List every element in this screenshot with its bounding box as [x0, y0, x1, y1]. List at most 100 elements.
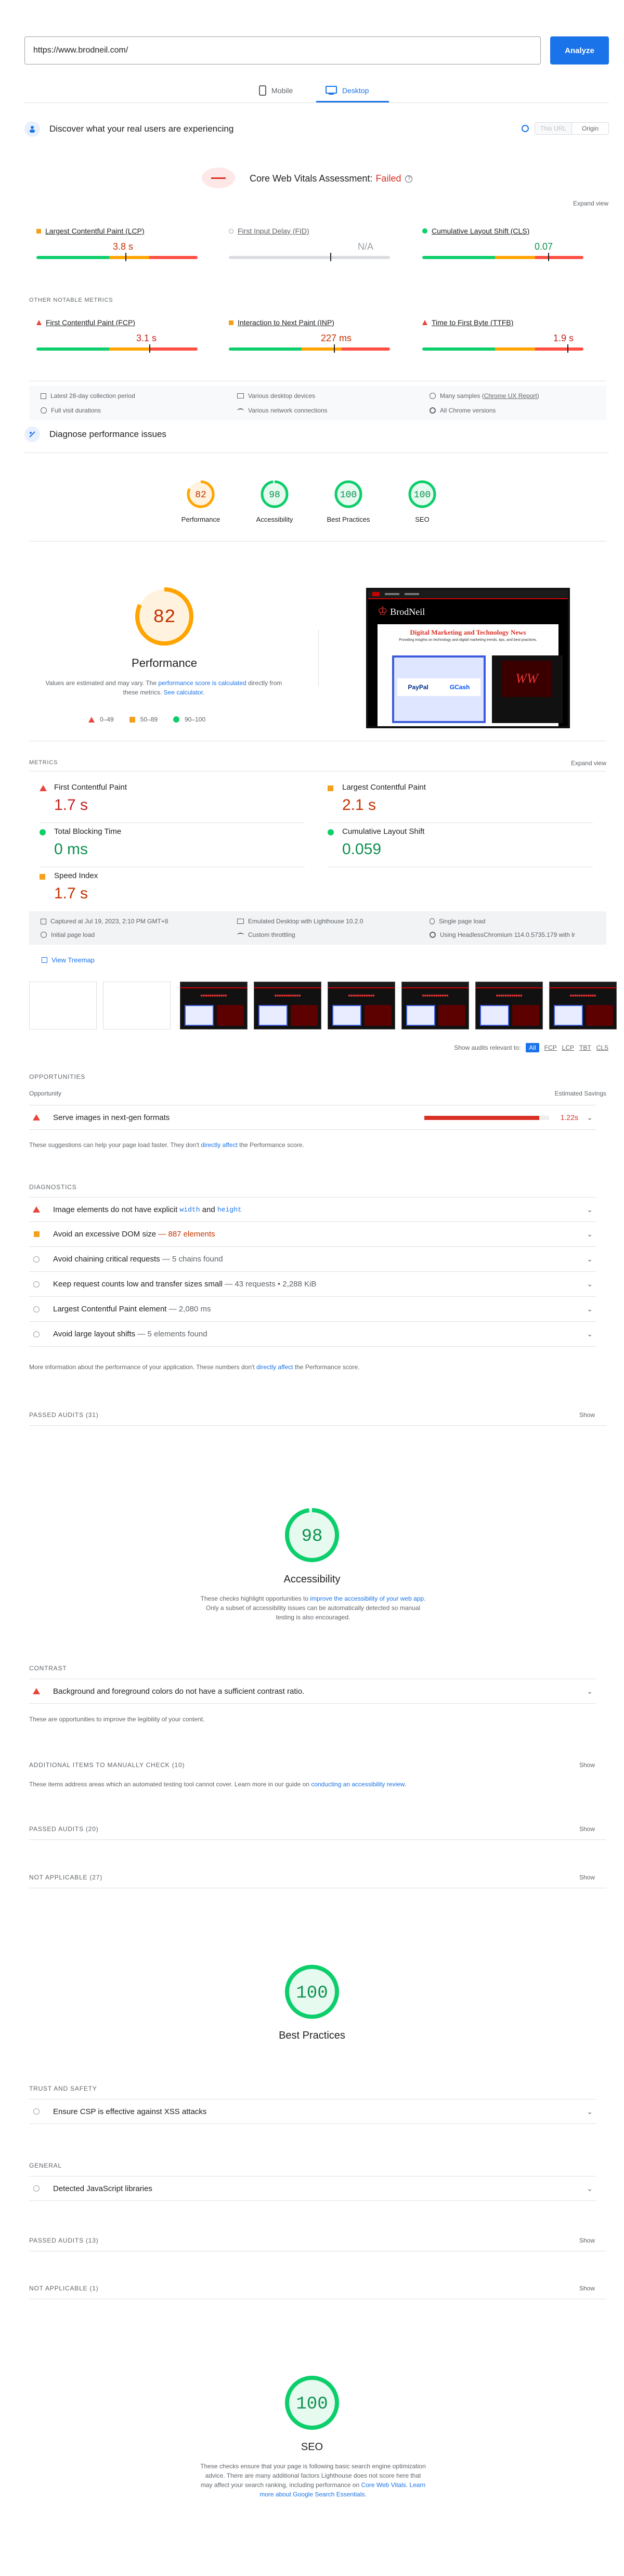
diagnostic-row[interactable]: Largest Contentful Paint element — 2,080…: [29, 1297, 596, 1322]
info-icon[interactable]: [522, 125, 529, 132]
chevron-down-icon[interactable]: ⌄: [587, 1280, 593, 1289]
show-passed-accessibility[interactable]: Show: [579, 1825, 595, 1833]
manual-checks-heading[interactable]: ADDITIONAL ITEMS TO MANUALLY CHECK (10): [29, 1761, 185, 1769]
chevron-down-icon[interactable]: ⌄: [587, 1687, 593, 1696]
score-gauge-best-practices[interactable]: 100 Best Practices: [312, 479, 385, 523]
field-info-samples-text: Many samples: [440, 392, 480, 400]
chevron-down-icon[interactable]: ⌄: [587, 1255, 593, 1264]
chevron-down-icon[interactable]: ⌄: [587, 1113, 593, 1122]
manual-checks-note-text: These items address areas which an autom…: [29, 1781, 311, 1788]
diagnostic-row[interactable]: Avoid large layout shifts — 5 elements f…: [29, 1322, 596, 1347]
diagnostic-row[interactable]: Avoid an excessive DOM size — 887 elemen…: [29, 1222, 596, 1247]
diagnose-header: Diagnose performance issues: [24, 424, 166, 445]
timer-icon: [41, 407, 47, 414]
diagnostic-row[interactable]: Keep request counts low and transfer siz…: [29, 1272, 596, 1297]
chevron-down-icon[interactable]: ⌄: [587, 2107, 593, 2116]
neutral-icon: [229, 228, 233, 234]
show-passed-best-practices[interactable]: Show: [579, 2237, 595, 2244]
chevron-down-icon[interactable]: ⌄: [587, 1330, 593, 1338]
accessibility-title: Accessibility: [283, 1574, 341, 1585]
opportunities-note-text-2: the Performance score.: [237, 1141, 304, 1149]
filter-fcp[interactable]: FCP: [544, 1044, 557, 1051]
metric-marker: [149, 344, 150, 353]
score-gauge-seo[interactable]: 100 SEO: [386, 479, 459, 523]
tab-desktop[interactable]: Desktop: [326, 85, 369, 96]
not-applicable-accessibility[interactable]: NOT APPLICABLE (27): [29, 1874, 102, 1881]
analyze-button[interactable]: Analyze: [550, 36, 609, 65]
directly-affect-link[interactable]: directly affect: [201, 1141, 237, 1149]
accessibility-review-link[interactable]: conducting an accessibility review: [311, 1781, 404, 1788]
toggle-this-url[interactable]: This URL: [535, 123, 571, 134]
diagnostic-detail: — 2,080 ms: [166, 1305, 211, 1313]
metrics-heading: METRICS: [29, 759, 58, 766]
chevron-down-icon[interactable]: ⌄: [587, 1305, 593, 1313]
other-metrics-heading: OTHER NOTABLE METRICS: [29, 297, 113, 303]
metric-value: 3.8 s: [113, 241, 134, 252]
metric-marker: [567, 344, 568, 353]
filter-lcp[interactable]: LCP: [562, 1044, 574, 1051]
improve-accessibility-link[interactable]: improve the accessibility of your web ap…: [310, 1595, 424, 1602]
url-input[interactable]: https://www.brodneil.com/: [24, 36, 541, 65]
chrome-ux-report-link[interactable]: Chrome UX Report: [484, 392, 537, 400]
toggle-origin[interactable]: Origin: [571, 123, 608, 134]
core-web-vitals-link[interactable]: Core Web Vitals: [361, 2481, 406, 2489]
average-icon: [328, 785, 333, 791]
audit-csp-xss[interactable]: Ensure CSP is effective against XSS atta…: [29, 2099, 596, 2124]
chrome-icon: [430, 932, 436, 938]
url-origin-toggle[interactable]: This URL Origin: [535, 122, 609, 135]
opportunity-next-gen-images[interactable]: Serve images in next-gen formats 1.22s ⌄: [29, 1105, 596, 1130]
score-gauge-performance[interactable]: 82 Performance: [164, 479, 237, 523]
passed-audits-performance[interactable]: PASSED AUDITS (31): [29, 1411, 99, 1419]
code-width: width: [179, 1205, 200, 1214]
chevron-down-icon[interactable]: ⌄: [587, 1205, 593, 1214]
score-gauge-accessibility[interactable]: 98 Accessibility: [238, 479, 311, 523]
cwv-status: Failed: [375, 173, 401, 184]
filter-cls[interactable]: CLS: [596, 1044, 608, 1051]
passed-audits-accessibility[interactable]: PASSED AUDITS (20): [29, 1825, 99, 1833]
show-passed-performance[interactable]: Show: [579, 1411, 595, 1419]
not-applicable-best-practices[interactable]: NOT APPLICABLE (1): [29, 2285, 99, 2292]
opportunities-note: These suggestions can help your page loa…: [29, 1141, 304, 1149]
metrics-expand-view[interactable]: Expand view: [571, 759, 606, 767]
audit-js-libraries[interactable]: Detected JavaScript libraries ⌄: [29, 2176, 596, 2201]
chevron-down-icon[interactable]: ⌄: [587, 1230, 593, 1239]
diagnostic-row[interactable]: Image elements do not have explicit widt…: [29, 1197, 596, 1222]
accessibility-score-text: 98: [302, 1527, 323, 1547]
lab-info-browser: Using HeadlessChromium 114.0.5735.179 wi…: [440, 931, 575, 938]
audit-contrast[interactable]: Background and foreground colors do not …: [29, 1679, 596, 1704]
cwv-expand-view[interactable]: Expand view: [573, 200, 608, 207]
fail-icon: [33, 1688, 40, 1694]
metric-name-link[interactable]: First Input Delay (FID): [238, 227, 309, 235]
show-na-accessibility[interactable]: Show: [579, 1874, 595, 1881]
passed-audits-best-practices[interactable]: PASSED AUDITS (13): [29, 2237, 99, 2244]
metric-name-link[interactable]: First Contentful Paint (FCP): [46, 318, 135, 327]
metric-name-link[interactable]: Time to First Byte (TTFB): [432, 318, 513, 327]
tab-mobile[interactable]: Mobile: [259, 85, 293, 96]
fail-icon: [40, 785, 47, 791]
best-practices-title: Best Practices: [279, 2030, 345, 2041]
filmstrip-frame: ■■■■■■■■■■■■: [401, 982, 469, 1029]
score-gauge-ring: 82: [187, 480, 215, 508]
filter-tbt[interactable]: TBT: [579, 1044, 591, 1051]
metric-name-link[interactable]: Cumulative Layout Shift (CLS): [432, 227, 529, 235]
diagnostic-row[interactable]: Avoid chaining critical requests — 5 cha…: [29, 1247, 596, 1272]
lab-metric-value: 2.1 s: [342, 796, 376, 814]
timer-icon: [41, 932, 47, 938]
directly-affect-link[interactable]: directly affect: [256, 1363, 293, 1371]
lab-metric-name: Largest Contentful Paint: [342, 783, 426, 792]
calculator-link[interactable]: See calculator.: [164, 689, 205, 696]
audit-filter: Show audits relevant to: All FCP LCP TBT…: [454, 1043, 608, 1052]
lab-metric-value: 0.059: [342, 841, 382, 858]
view-treemap-button[interactable]: View Treemap: [42, 956, 95, 964]
diagnostic-detail: — 5 elements found: [135, 1330, 207, 1338]
trust-safety-heading: TRUST AND SAFETY: [29, 2085, 97, 2092]
help-icon[interactable]: ?: [405, 175, 413, 183]
metric-name-link[interactable]: Largest Contentful Paint (LCP): [45, 227, 145, 235]
performance-score-link[interactable]: performance score is calculated: [158, 679, 246, 687]
opportunity-column-label: Opportunity: [29, 1090, 62, 1097]
show-na-best-practices[interactable]: Show: [579, 2285, 595, 2292]
metric-name-link[interactable]: Interaction to Next Paint (INP): [238, 318, 334, 327]
show-manual-checks[interactable]: Show: [579, 1761, 595, 1769]
filter-all[interactable]: All: [526, 1043, 539, 1052]
chevron-down-icon[interactable]: ⌄: [587, 2184, 593, 2193]
